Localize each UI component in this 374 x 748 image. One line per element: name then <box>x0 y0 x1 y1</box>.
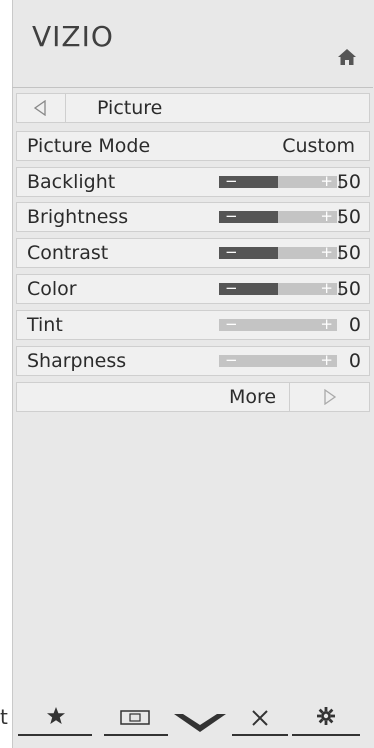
color-value: 50 <box>336 278 361 300</box>
header-divider <box>12 87 373 88</box>
contrast-row[interactable]: Contrast − + 50 <box>16 238 370 268</box>
minus-icon: − <box>225 315 238 333</box>
color-row[interactable]: Color − + 50 <box>16 274 370 304</box>
more-label: More <box>229 386 277 408</box>
picture-mode-label: Picture Mode <box>27 135 151 157</box>
contrast-slider[interactable]: − + <box>219 243 341 261</box>
button-underline <box>18 734 92 736</box>
color-label: Color <box>27 278 77 300</box>
button-underline <box>292 734 360 736</box>
backlight-slider[interactable]: − + <box>219 172 341 190</box>
contrast-label: Contrast <box>27 242 109 264</box>
plus-icon: + <box>320 279 333 297</box>
settings-gear-icon <box>317 707 335 725</box>
backlight-label: Backlight <box>27 171 116 193</box>
vizio-v-icon <box>174 714 226 732</box>
sharpness-row[interactable]: Sharpness − + 0 <box>16 346 370 376</box>
brightness-label: Brightness <box>27 206 129 228</box>
minus-icon: − <box>225 207 238 225</box>
tint-slider[interactable]: − + <box>219 315 337 333</box>
close-button[interactable] <box>232 702 288 736</box>
color-slider[interactable]: − + <box>219 279 341 297</box>
settings-button[interactable] <box>292 702 360 736</box>
minus-icon: − <box>225 351 238 369</box>
chevron-left-icon <box>33 100 46 116</box>
tint-value: 0 <box>348 314 361 336</box>
minus-icon: − <box>225 172 238 190</box>
minus-icon: − <box>225 243 238 261</box>
close-icon <box>252 710 268 726</box>
brightness-value: 50 <box>336 206 361 228</box>
sharpness-slider[interactable]: − + <box>219 351 337 369</box>
plus-icon: + <box>320 315 333 333</box>
vizio-logo: VIZIO <box>32 20 114 53</box>
chevron-right-icon[interactable] <box>323 389 337 405</box>
menu-title-row: Picture <box>16 93 370 123</box>
star-icon <box>47 707 65 724</box>
tint-label: Tint <box>27 314 63 336</box>
plus-icon: + <box>320 351 333 369</box>
vizio-v-button[interactable] <box>172 702 228 736</box>
plus-icon: + <box>320 207 333 225</box>
plus-icon: + <box>320 243 333 261</box>
tint-row[interactable]: Tint − + 0 <box>16 310 370 340</box>
home-icon[interactable] <box>336 46 358 68</box>
input-icon <box>120 710 150 725</box>
back-button[interactable] <box>17 94 66 122</box>
backlight-value: 50 <box>336 171 361 193</box>
backlight-row[interactable]: Backlight − + 50 <box>16 167 370 197</box>
picture-mode-row[interactable]: Picture Mode Custom <box>16 131 370 161</box>
favorites-button[interactable] <box>18 702 92 736</box>
button-underline <box>104 734 168 736</box>
picture-mode-value: Custom <box>282 135 355 157</box>
menu-title: Picture <box>97 97 163 119</box>
sharpness-value: 0 <box>348 350 361 372</box>
brightness-row[interactable]: Brightness − + 50 <box>16 202 370 232</box>
minus-icon: − <box>225 279 238 297</box>
button-underline <box>232 734 288 736</box>
more-divider <box>289 383 290 411</box>
input-button[interactable] <box>104 702 168 736</box>
bottom-nav-bar <box>0 700 374 748</box>
more-row[interactable]: More <box>16 382 370 412</box>
plus-icon: + <box>320 172 333 190</box>
brightness-slider[interactable]: − + <box>219 207 341 225</box>
contrast-value: 50 <box>336 242 361 264</box>
sharpness-label: Sharpness <box>27 350 127 372</box>
